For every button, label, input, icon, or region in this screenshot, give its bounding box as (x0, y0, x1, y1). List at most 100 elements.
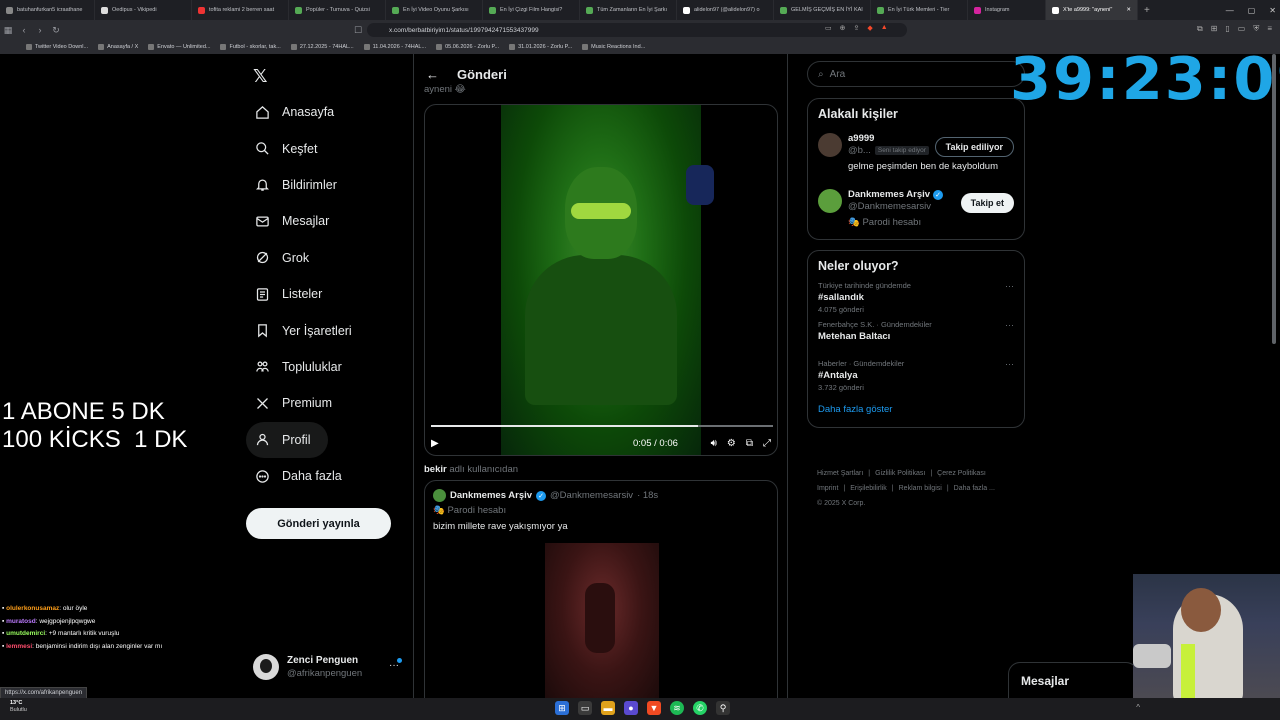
minimize-button[interactable]: — (1226, 6, 1234, 15)
browser-tab[interactable]: tofita reklami 2 berren saat (192, 0, 289, 20)
nav-item-person[interactable]: Profil (246, 421, 328, 458)
share-icon[interactable]: ⇪ (854, 24, 860, 32)
trend-item[interactable]: Türkiye tarihinde gündemde #sallandık 4.07… (808, 281, 1024, 320)
person-name[interactable]: Dankmemes Arşiv (848, 189, 930, 200)
volume-icon[interactable]: 🔊︎ (711, 438, 717, 449)
quoted-author-name[interactable]: Dankmemes Arşiv (450, 490, 532, 501)
sidebar-toggle-icon[interactable]: ▦ (0, 25, 16, 36)
bookmark-item[interactable]: Envato — Unlimited... (148, 44, 210, 50)
app-icon[interactable]: ⚲ (716, 701, 730, 715)
play-icon[interactable]: ▶ (431, 438, 439, 449)
tray-chevron-icon[interactable]: ^ (1136, 703, 1140, 712)
video-progress-bar[interactable] (431, 425, 773, 427)
extension-icon[interactable]: ⊞ (1211, 24, 1218, 34)
footer-link[interactable]: Daha fazla ... (954, 485, 995, 492)
vpn-icon[interactable]: ⛨ (1253, 24, 1259, 34)
bookmark-item[interactable]: Music Reactions Ind... (582, 44, 645, 50)
more-options-icon[interactable]: ··· (1005, 320, 1014, 330)
browser-tab[interactable]: En İyi Video Oyunu Şarkısı (386, 0, 483, 20)
whatsapp-icon[interactable]: ✆ (693, 701, 707, 715)
rewards-icon[interactable]: ▲ (881, 24, 888, 32)
nav-item-search[interactable]: Keşfet (246, 130, 406, 166)
maximize-button[interactable]: ▢ (1248, 6, 1256, 15)
cast-icon[interactable]: ▭ (825, 24, 832, 32)
post-button[interactable]: Gönderi yayınla (246, 508, 391, 539)
zoom-icon[interactable]: ⊕ (840, 24, 846, 32)
close-tab-icon[interactable]: ✕ (1126, 7, 1131, 13)
quoted-post[interactable]: Dankmemes Arşiv ✓ @Dankmemesarsiv · 18s … (424, 480, 778, 710)
browser-tab[interactable]: batuhanfurkan5 icraathane (0, 0, 95, 20)
bookmark-item[interactable]: Twitter Video Downl... (26, 44, 88, 50)
bookmark-item[interactable]: 31.01.2026 - Zorlu P... (509, 44, 572, 50)
bookmark-item[interactable]: Anasayfa / X (98, 44, 138, 50)
related-person[interactable]: Dankmemes Arşiv ✓ @Dankmemesarsiv 🎭 Paro… (808, 185, 1024, 241)
x-logo-icon[interactable]: 𝕏 (253, 66, 268, 87)
browser-tab[interactable]: En İyi Çizgi Film Hangisi? (483, 0, 580, 20)
fullscreen-icon[interactable]: ⤢ (763, 438, 771, 449)
wallet-icon[interactable]: ▭ (1238, 24, 1246, 34)
forward-icon[interactable]: › (32, 25, 48, 35)
nav-item-x[interactable]: Premium (246, 385, 406, 421)
trend-item[interactable]: Haberler · Gündemdekiler #Antalya 3.732 gö… (808, 359, 1024, 398)
browser-tab[interactable]: Oedipus - Vikipedi (95, 0, 192, 20)
follow-button[interactable]: Takip et (960, 193, 1014, 213)
person-name[interactable]: a9999 (848, 133, 874, 144)
pip-icon[interactable]: ⧉ (746, 438, 753, 449)
nav-item-bookmark[interactable]: Yer İşaretleri (246, 312, 406, 348)
footer-link[interactable]: Erişilebilirlik (850, 485, 887, 492)
quoted-post-image[interactable] (545, 543, 659, 703)
windows-start-icon[interactable]: ⊞ (555, 701, 569, 715)
brave-icon[interactable]: ▼ (647, 701, 661, 715)
search-taskbar-icon[interactable]: ▭ (578, 701, 592, 715)
reload-icon[interactable]: ↻ (48, 25, 64, 36)
more-options-icon[interactable]: ··· (1005, 359, 1014, 369)
file-explorer-icon[interactable]: ▬ (601, 701, 615, 715)
bookmark-star-icon[interactable]: ☐ (350, 25, 366, 36)
browser-tab[interactable]: Instagram (968, 0, 1046, 20)
extension-icon[interactable]: ⧉ (1197, 24, 1203, 34)
search-input[interactable]: ⌕ Ara (807, 61, 1025, 87)
brave-shield-icon[interactable]: ◆ (867, 24, 872, 32)
browser-tab[interactable]: Popüler - Turnuva - Quizsi (289, 0, 386, 20)
footer-link[interactable]: Imprint (817, 485, 838, 492)
browser-tab[interactable]: X'te a9999: "ayneni" ✕ (1046, 0, 1138, 20)
nav-item-mail[interactable]: Mesajlar (246, 203, 406, 239)
footer-link[interactable]: Hizmet Şartları (817, 470, 863, 477)
browser-tab[interactable]: alidelon97 (@alidelon97) o (677, 0, 774, 20)
source-user[interactable]: bekir (424, 464, 447, 475)
nav-item-people[interactable]: Topluluklar (246, 349, 406, 385)
weather-widget[interactable]: 13°C Bulutlu (10, 700, 27, 714)
new-tab-button[interactable]: + (1138, 5, 1156, 16)
browser-tab[interactable]: En İyi Türk Memleri - Tier (871, 0, 968, 20)
nav-item-bell[interactable]: Bildirimler (246, 167, 406, 203)
bookmark-item[interactable]: 11.04.2026 - 74HAL... (363, 44, 426, 50)
nav-item-grok[interactable]: Grok (246, 240, 406, 276)
related-person[interactable]: a9999 @b... Seni takip ediyor gelme peşi… (808, 129, 1024, 185)
avatar[interactable] (818, 133, 842, 157)
nav-item-more[interactable]: Daha fazla (246, 458, 406, 494)
browser-tab[interactable]: GELMİŞ GEÇMİŞ EN İYİ KAI (774, 0, 871, 20)
discord-icon[interactable]: ● (624, 701, 638, 715)
avatar[interactable] (818, 189, 842, 213)
back-icon[interactable]: ‹ (16, 25, 32, 35)
bookmark-item[interactable]: 05.06.2026 - Zorlu P... (436, 44, 499, 50)
trend-item[interactable]: Fenerbahçe S.K. · Gündemdekiler Metehan B… (808, 320, 1024, 359)
close-window-button[interactable]: ✕ (1269, 6, 1276, 15)
more-options-icon[interactable]: ··· (1005, 281, 1014, 291)
messages-drawer[interactable]: Mesajlar (1008, 662, 1138, 698)
bookmark-item[interactable]: Futbol - skorlar, tak... (220, 44, 281, 50)
browser-tab[interactable]: Tüm Zamanların En İyi Şarkı (580, 0, 677, 20)
sidebar-icon[interactable]: ▯ (1225, 24, 1229, 34)
footer-link[interactable]: Çerez Politikası (937, 470, 986, 477)
back-arrow-icon[interactable]: ← (426, 67, 439, 82)
nav-item-list[interactable]: Listeler (246, 276, 406, 312)
nav-item-home[interactable]: Anasayfa (246, 94, 406, 130)
footer-link[interactable]: Gizlilik Politikası (875, 470, 925, 477)
show-more-link[interactable]: Daha fazla göster (808, 398, 1024, 427)
spotify-icon[interactable]: ≋ (670, 701, 684, 715)
account-switcher[interactable]: Zenci Penguen @afrikanpenguen (253, 654, 362, 680)
menu-icon[interactable]: ≡ (1267, 24, 1272, 34)
video-player[interactable]: ▶ 0:05 / 0:06 🔊︎ ⚙ ⧉ ⤢ (424, 104, 778, 456)
settings-icon[interactable]: ⚙ (727, 438, 736, 449)
bookmark-item[interactable]: 27.12.2025 - 74HAL... (290, 44, 354, 50)
